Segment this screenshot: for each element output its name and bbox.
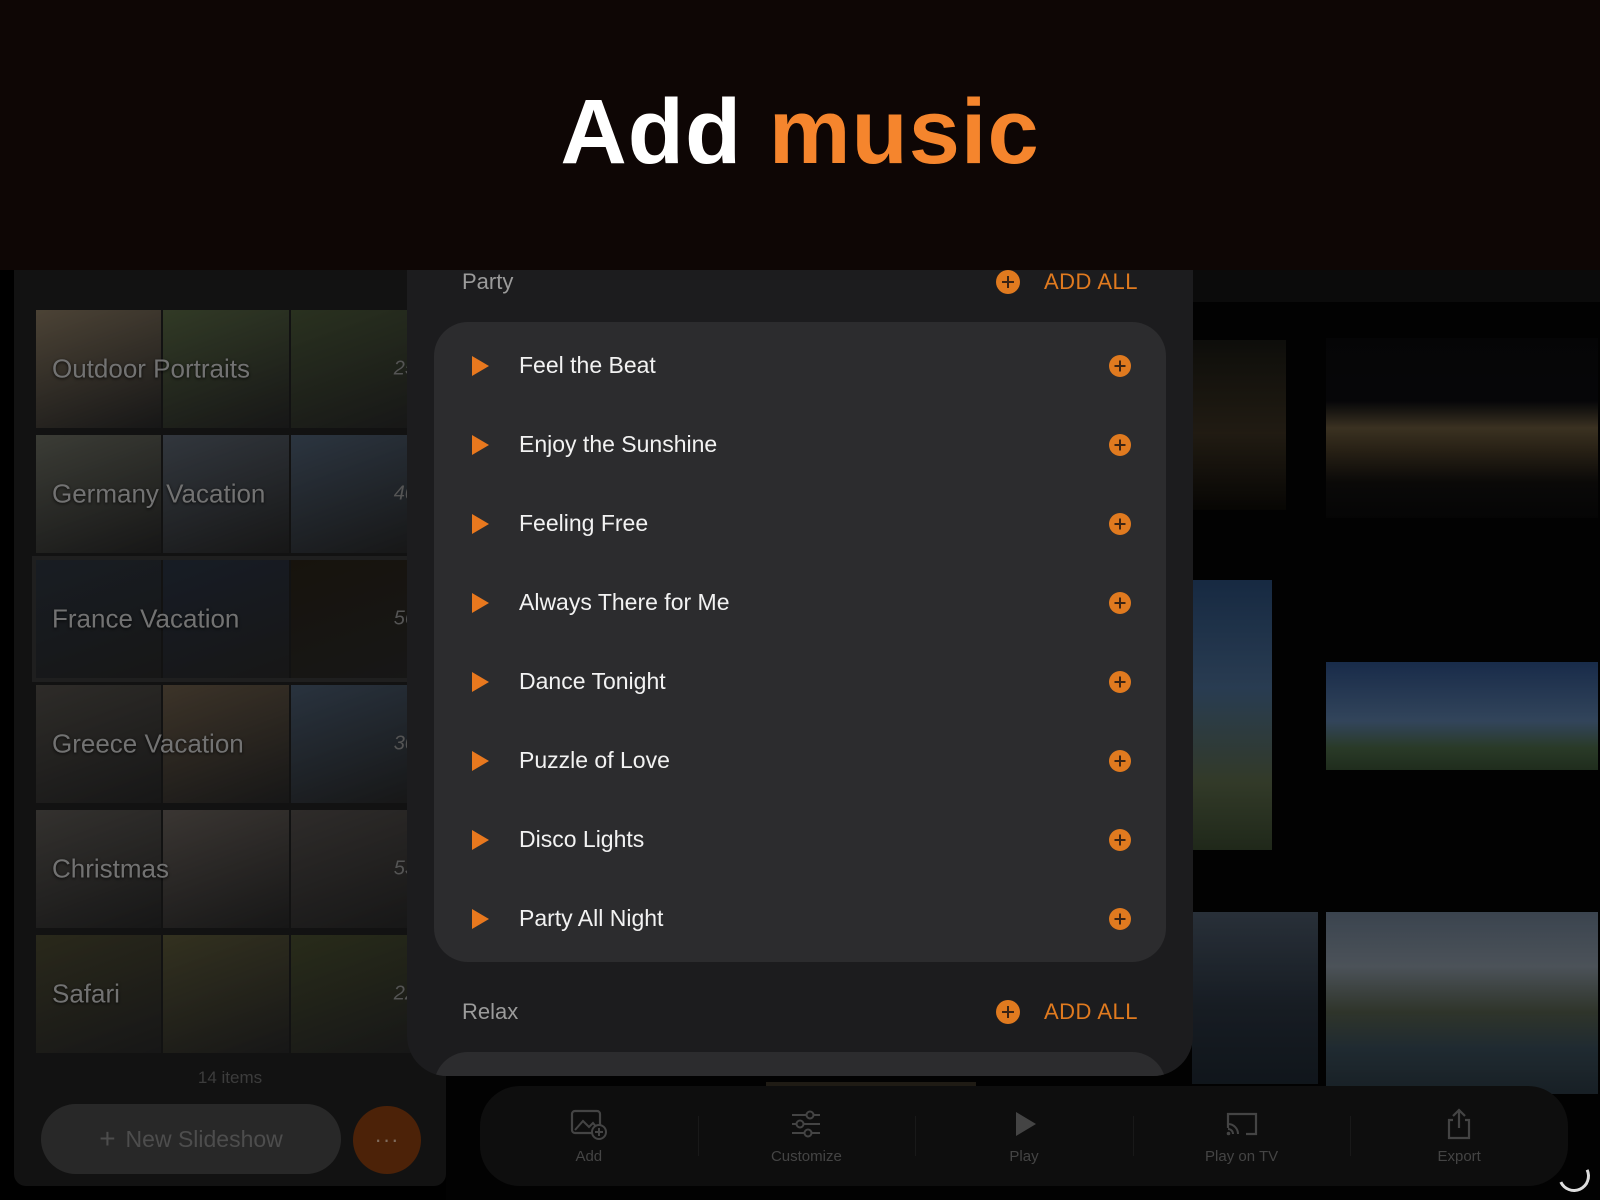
toolbar-play-on-tv-button[interactable]: Play on TV	[1132, 1108, 1351, 1165]
add-all-button[interactable]: ADD ALL	[996, 269, 1138, 295]
share-icon	[1448, 1107, 1471, 1139]
banner-word-music: music	[768, 80, 1040, 183]
add-photo-icon	[570, 1109, 607, 1140]
album-title: Outdoor Portraits	[52, 353, 250, 384]
track-title: Feel the Beat	[519, 352, 656, 378]
album-row[interactable]: Germany Vacation 40	[36, 435, 416, 553]
music-picker-modal: Party ADD ALL Feel the Beat Enjoy the Sunsh…	[407, 246, 1193, 1076]
track-row[interactable]: Puzzle of Love	[434, 721, 1166, 800]
new-slideshow-label: New Slideshow	[125, 1125, 283, 1152]
add-track-icon[interactable]	[1109, 828, 1131, 851]
add-track-icon[interactable]	[1109, 749, 1131, 772]
album-title: Safari	[52, 978, 120, 1009]
add-all-button[interactable]: ADD ALL	[996, 999, 1138, 1025]
section-header-1: Relax ADD ALL	[407, 982, 1193, 1042]
track-title: Enjoy the Sunshine	[519, 431, 718, 457]
play-preview-icon[interactable]	[472, 592, 489, 613]
toolbar-customize-label: Customize	[770, 1147, 842, 1165]
bottom-toolbar: Add Customize Play Play on TV Export	[480, 1086, 1568, 1186]
add-all-label: ADD ALL	[1044, 269, 1138, 294]
album-title: Christmas	[52, 853, 170, 884]
track-list-card: Happy Instrumental	[434, 1052, 1166, 1076]
play-preview-icon[interactable]	[472, 908, 489, 929]
track-list-card: Feel the Beat Enjoy the Sunshine Feeling F…	[434, 322, 1166, 962]
track-title: Party All Night	[519, 905, 664, 931]
album-row[interactable]: Safari 22	[36, 935, 416, 1053]
play-preview-icon[interactable]	[472, 671, 489, 692]
play-icon	[1015, 1111, 1036, 1136]
track-title: Puzzle of Love	[519, 747, 670, 773]
album-row[interactable]: Christmas 53	[36, 810, 416, 928]
toolbar-play-label: Play	[1009, 1147, 1039, 1165]
new-slideshow-button[interactable]: + New Slideshow	[41, 1104, 341, 1174]
album-thumbnail	[163, 810, 289, 928]
album-row[interactable]: Outdoor Portraits 25	[36, 310, 416, 428]
banner-word-add: Add	[560, 80, 743, 183]
banner-headline: Add music	[560, 80, 1039, 185]
track-row[interactable]: Always There for Me	[434, 563, 1166, 642]
play-preview-icon[interactable]	[472, 513, 489, 534]
track-title: Feeling Free	[519, 510, 649, 536]
track-row[interactable]: Party All Night	[434, 879, 1166, 958]
track-row[interactable]: Feeling Free	[434, 484, 1166, 563]
airplay-icon	[1226, 1112, 1257, 1135]
album-sidebar: Outdoor Portraits 25 Germany Vacation 40 Fra…	[14, 270, 446, 1186]
add-track-icon[interactable]	[1109, 512, 1131, 535]
toolbar-export-label: Export	[1437, 1147, 1481, 1165]
track-row[interactable]: Feel the Beat	[434, 326, 1166, 405]
track-row[interactable]: Enjoy the Sunshine	[434, 405, 1166, 484]
toolbar-export-button[interactable]: Export	[1350, 1107, 1568, 1165]
promo-banner: Add music	[0, 0, 1600, 270]
track-row[interactable]: Disco Lights	[434, 800, 1166, 879]
toolbar-play-button[interactable]: Play	[915, 1108, 1133, 1165]
add-track-icon[interactable]	[1109, 591, 1131, 614]
track-title: Dance Tonight	[519, 668, 666, 694]
photo-chateau-night[interactable]	[1326, 338, 1598, 518]
album-thumbnail	[163, 935, 289, 1053]
album-title: Greece Vacation	[52, 728, 244, 759]
album-title: Germany Vacation	[52, 478, 266, 509]
photo-eiffel-portrait[interactable]	[1192, 580, 1272, 850]
section-title: Relax	[462, 999, 519, 1024]
photo-river-seine[interactable]	[1326, 912, 1598, 1094]
add-all-label: ADD ALL	[1044, 999, 1138, 1024]
add-circle-icon	[996, 1000, 1020, 1024]
toolbar-play-on-tv-label: Play on TV	[1205, 1147, 1279, 1165]
album-row[interactable]: Greece Vacation 30	[36, 685, 416, 803]
add-circle-icon	[996, 270, 1020, 294]
items-count: 14 items	[197, 1068, 263, 1087]
add-track-icon[interactable]	[1109, 670, 1131, 693]
section-title: Party	[462, 269, 514, 294]
track-title: Disco Lights	[519, 826, 645, 852]
play-preview-icon[interactable]	[472, 434, 489, 455]
ellipsis-icon: ···	[374, 1127, 400, 1152]
add-track-icon[interactable]	[1109, 433, 1131, 456]
plus-icon: +	[99, 1123, 116, 1154]
toolbar-add-button[interactable]: Add	[480, 1108, 698, 1165]
toolbar-add-label: Add	[575, 1147, 603, 1165]
sliders-icon	[792, 1110, 821, 1137]
toolbar-customize-button[interactable]: Customize	[697, 1108, 916, 1165]
photo-river-left[interactable]	[1192, 912, 1318, 1084]
album-title: France Vacation	[52, 603, 240, 634]
more-options-button[interactable]: ···	[353, 1106, 421, 1174]
play-preview-icon[interactable]	[472, 829, 489, 850]
photo-eiffel-landscape[interactable]	[1326, 662, 1598, 770]
track-row[interactable]: Happy Instrumental	[434, 1056, 1166, 1076]
track-row[interactable]: Dance Tonight	[434, 642, 1166, 721]
add-track-icon[interactable]	[1109, 907, 1131, 930]
album-row[interactable]: France Vacation 56	[32, 556, 420, 682]
track-title: Always There for Me	[519, 589, 730, 615]
play-preview-icon[interactable]	[472, 355, 489, 376]
play-preview-icon[interactable]	[472, 750, 489, 771]
add-track-icon[interactable]	[1109, 354, 1131, 377]
